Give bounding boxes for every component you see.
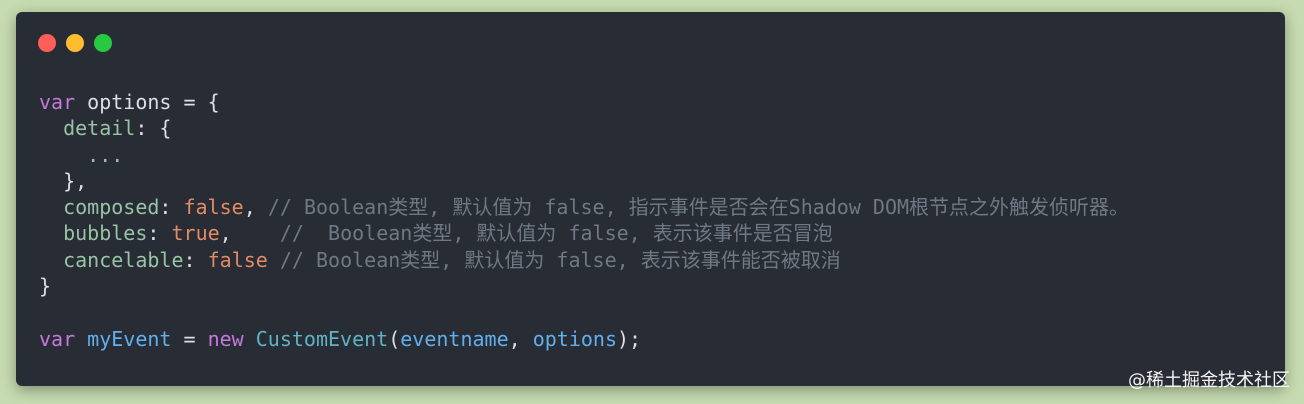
- property: detail: [63, 116, 136, 141]
- comment: // Boolean类型, 默认值为 false, 表示该事件能否被取消: [279, 247, 841, 272]
- code-line: ...: [39, 142, 1129, 168]
- punctuation: }: [39, 274, 52, 299]
- punctuation: ,: [219, 221, 280, 246]
- code-line: },: [39, 168, 1129, 194]
- property: bubbles: [63, 221, 148, 246]
- code-line: var myEvent = new CustomEvent(eventname,…: [39, 326, 1129, 352]
- window-controls: [38, 34, 112, 52]
- boolean-value: true: [171, 221, 220, 246]
- code-line: bubbles: true, // Boolean类型, 默认值为 false,…: [39, 220, 1129, 246]
- punctuation: :: [147, 221, 172, 246]
- maximize-icon[interactable]: [94, 34, 112, 52]
- boolean-value: false: [183, 195, 244, 220]
- punctuation: :: [183, 247, 208, 272]
- code-block: var options = { detail: { ... }, compose…: [39, 89, 1129, 352]
- code-line: var options = {: [39, 89, 1129, 115]
- identifier: options: [75, 90, 172, 114]
- code-window: var options = { detail: { ... }, compose…: [16, 12, 1285, 386]
- property: cancelable: [63, 247, 184, 272]
- punctuation: =: [171, 326, 208, 351]
- keyword: var: [39, 90, 76, 114]
- close-icon[interactable]: [38, 34, 56, 52]
- keyword: new: [207, 326, 244, 351]
- punctuation: ,: [243, 195, 268, 220]
- punctuation: :: [159, 195, 184, 220]
- punctuation: (: [388, 326, 401, 351]
- identifier: myEvent: [75, 326, 172, 351]
- code-line: cancelable: false // Boolean类型, 默认值为 fal…: [39, 247, 1129, 273]
- code-line: composed: false, // Boolean类型, 默认值为 fals…: [39, 194, 1129, 220]
- argument: eventname: [400, 326, 509, 351]
- minimize-icon[interactable]: [66, 34, 84, 52]
- comment: // Boolean类型, 默认值为 false, 指示事件是否会在Shadow…: [267, 195, 1130, 220]
- ellipsis: ...: [87, 142, 124, 167]
- punctuation: = {: [171, 90, 220, 114]
- punctuation: ,: [508, 326, 533, 351]
- boolean-value: false: [207, 247, 268, 272]
- comment: // Boolean类型, 默认值为 false, 表示该事件是否冒泡: [279, 221, 833, 246]
- property: composed: [63, 195, 160, 220]
- punctuation: );: [617, 326, 642, 351]
- argument: options: [532, 326, 618, 351]
- punctuation: [268, 248, 280, 272]
- class-name: CustomEvent: [243, 326, 389, 351]
- watermark: @稀土掘金技术社区: [1128, 370, 1290, 391]
- punctuation: : {: [135, 116, 172, 141]
- punctuation: },: [63, 168, 88, 193]
- code-line: detail: {: [39, 115, 1129, 141]
- code-line-empty: [39, 299, 1129, 325]
- keyword: var: [39, 326, 76, 351]
- code-line: }: [39, 273, 1129, 299]
